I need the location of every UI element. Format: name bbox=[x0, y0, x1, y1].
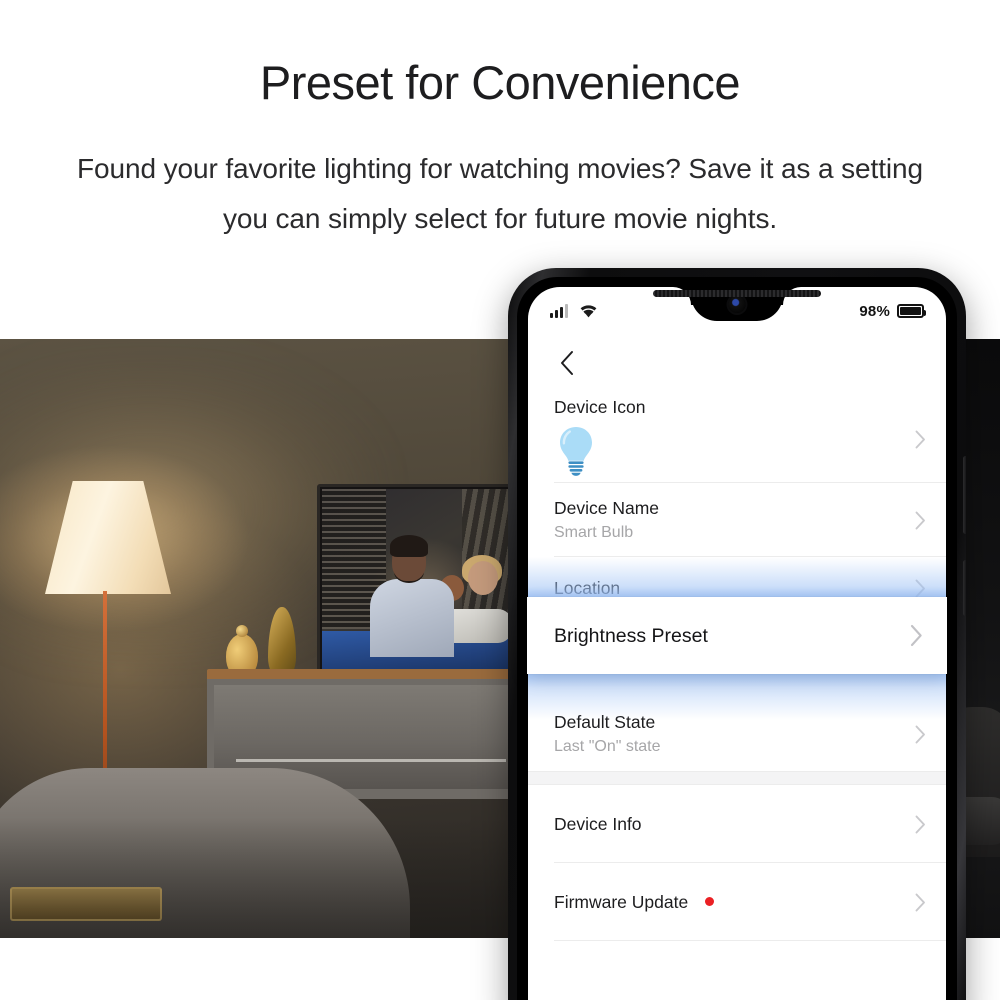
chevron-right-icon bbox=[915, 579, 926, 598]
page-title: Preset for Convenience bbox=[259, 56, 741, 109]
signal-bars-icon bbox=[550, 304, 568, 318]
battery-percentage: 98% bbox=[859, 302, 890, 320]
power-button[interactable] bbox=[963, 560, 966, 616]
front-camera-icon bbox=[728, 296, 746, 313]
settings-row-label: Firmware Update bbox=[554, 892, 689, 912]
chevron-right-icon bbox=[910, 624, 923, 647]
highlighted-row-title: Brightness Preset bbox=[554, 624, 708, 647]
chevron-right-icon bbox=[915, 893, 926, 912]
settings-row-default-state[interactable]: Default State Last "On" state bbox=[528, 697, 946, 771]
earpiece-speaker-icon bbox=[653, 290, 821, 297]
volume-button[interactable] bbox=[963, 456, 966, 534]
television bbox=[317, 484, 517, 682]
settings-row-title: Device Name bbox=[554, 497, 660, 518]
tv-scene-man-hair bbox=[390, 535, 428, 557]
settings-row-title: Device Info bbox=[554, 814, 642, 834]
settings-row-title: Device Icon bbox=[554, 397, 646, 417]
page-root: Preset for Convenience Found your favori… bbox=[0, 0, 1000, 1000]
app-nav-bar bbox=[528, 335, 946, 391]
update-available-badge bbox=[705, 897, 715, 906]
settings-row-value: Last "On" state bbox=[554, 737, 661, 755]
settings-row-device-name[interactable]: Device Name Smart Bulb bbox=[528, 483, 946, 557]
chevron-right-icon bbox=[915, 815, 926, 834]
tv-scene-woman bbox=[468, 561, 498, 595]
highlighted-brightness-preset-row[interactable]: Brightness Preset bbox=[527, 597, 947, 674]
row-separator bbox=[554, 940, 946, 941]
wifi-icon bbox=[579, 304, 598, 318]
chevron-right-icon bbox=[915, 430, 926, 449]
chevron-right-icon bbox=[915, 725, 926, 744]
settings-row-title: Firmware Update bbox=[554, 890, 915, 914]
battery-full-icon bbox=[897, 304, 926, 318]
photo-bottom-shadow bbox=[0, 818, 517, 938]
back-button[interactable] bbox=[550, 347, 582, 379]
settings-row-value: Smart Bulb bbox=[554, 523, 634, 541]
living-room-photo bbox=[0, 339, 517, 938]
tv-screen bbox=[322, 489, 517, 677]
chevron-right-icon bbox=[915, 511, 926, 530]
settings-row-title: Default State bbox=[554, 711, 656, 732]
tv-scene-man-body bbox=[370, 579, 454, 657]
page-subtitle: Found your favorite lighting for watchin… bbox=[77, 153, 923, 234]
settings-row-device-icon[interactable]: Device Icon bbox=[528, 391, 946, 483]
settings-row-device-info[interactable]: Device Info bbox=[528, 785, 946, 863]
section-divider bbox=[528, 772, 946, 784]
chevron-left-icon bbox=[560, 351, 573, 375]
lightbulb-icon bbox=[554, 424, 598, 476]
settings-row-firmware-update[interactable]: Firmware Update bbox=[528, 863, 946, 941]
console-drawer-handle bbox=[236, 759, 506, 762]
